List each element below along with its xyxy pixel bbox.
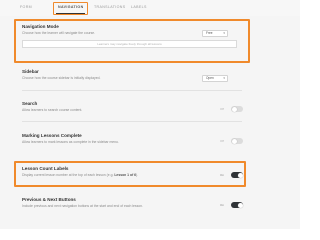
chevron-down-icon: ▾ [223, 31, 225, 35]
navigation-mode-description: Choose how the learner will navigate the… [22, 31, 96, 35]
sidebar-setting: Sidebar Choose how the course sidebar is… [22, 69, 244, 87]
search-description: Allow learners to search course content. [22, 108, 83, 112]
prev-next-setting: Previous & Next Buttons Include previous… [22, 197, 244, 215]
search-setting: Search Allow learners to search course c… [22, 101, 244, 119]
marking-complete-setting: Marking Lessons Complete Allow learners … [22, 133, 244, 151]
marking-complete-description: Allow learners to mark lessons as comple… [22, 140, 119, 144]
prev-next-title: Previous & Next Buttons [22, 197, 76, 202]
lesson-count-toggle-state: On [220, 172, 225, 177]
divider [22, 90, 242, 91]
marking-complete-toggle-state: Off [220, 138, 224, 143]
lesson-count-title: Lesson Count Labels [22, 166, 69, 171]
marking-complete-toggle[interactable]: Off [220, 137, 253, 145]
lesson-count-toggle[interactable]: On [220, 171, 253, 179]
settings-tab-bar: FORM NAVIGATION TRANSLATIONS LABELS [0, 0, 300, 17]
lesson-count-labels-setting: Lesson Count Labels Display current less… [22, 166, 244, 184]
search-toggle-state: Off [220, 106, 224, 111]
tab-form[interactable]: FORM [20, 5, 32, 9]
sidebar-title: Sidebar [22, 69, 39, 74]
tab-labels[interactable]: LABELS [131, 5, 147, 9]
lesson-count-description: Display current lesson number at the top… [22, 173, 139, 177]
search-toggle[interactable]: Off [220, 105, 253, 113]
toggle-knob [232, 138, 237, 144]
tab-highlight-box [53, 2, 88, 15]
toggle-knob [237, 172, 243, 178]
divider [22, 121, 242, 122]
sidebar-select[interactable]: Open ▾ [202, 75, 228, 82]
toggle-knob [237, 202, 243, 208]
navigation-settings-panel: Navigation Mode Choose how the learner w… [0, 16, 300, 229]
sidebar-description: Choose how the course sidebar is initial… [22, 76, 101, 80]
prev-next-description: Include previous and next navigation but… [22, 204, 144, 208]
sidebar-value: Open [206, 76, 214, 80]
toggle-knob [232, 106, 237, 112]
lesson-count-example: Lesson 1 of 6 [114, 173, 137, 177]
navigation-mode-setting: Navigation Mode Choose how the learner w… [22, 24, 244, 60]
prev-next-toggle-state: On [220, 202, 225, 207]
tab-translations[interactable]: TRANSLATIONS [94, 5, 126, 9]
navigation-mode-value: Free [206, 31, 213, 35]
chevron-down-icon: ▾ [223, 76, 225, 80]
marking-complete-title: Marking Lessons Complete [22, 133, 82, 138]
prev-next-toggle[interactable]: On [220, 201, 253, 209]
navigation-mode-select[interactable]: Free ▾ [202, 30, 228, 37]
navigation-mode-hint: Learners may navigate freely through all… [22, 40, 237, 48]
navigation-mode-title: Navigation Mode [22, 24, 59, 29]
search-title: Search [22, 101, 38, 106]
